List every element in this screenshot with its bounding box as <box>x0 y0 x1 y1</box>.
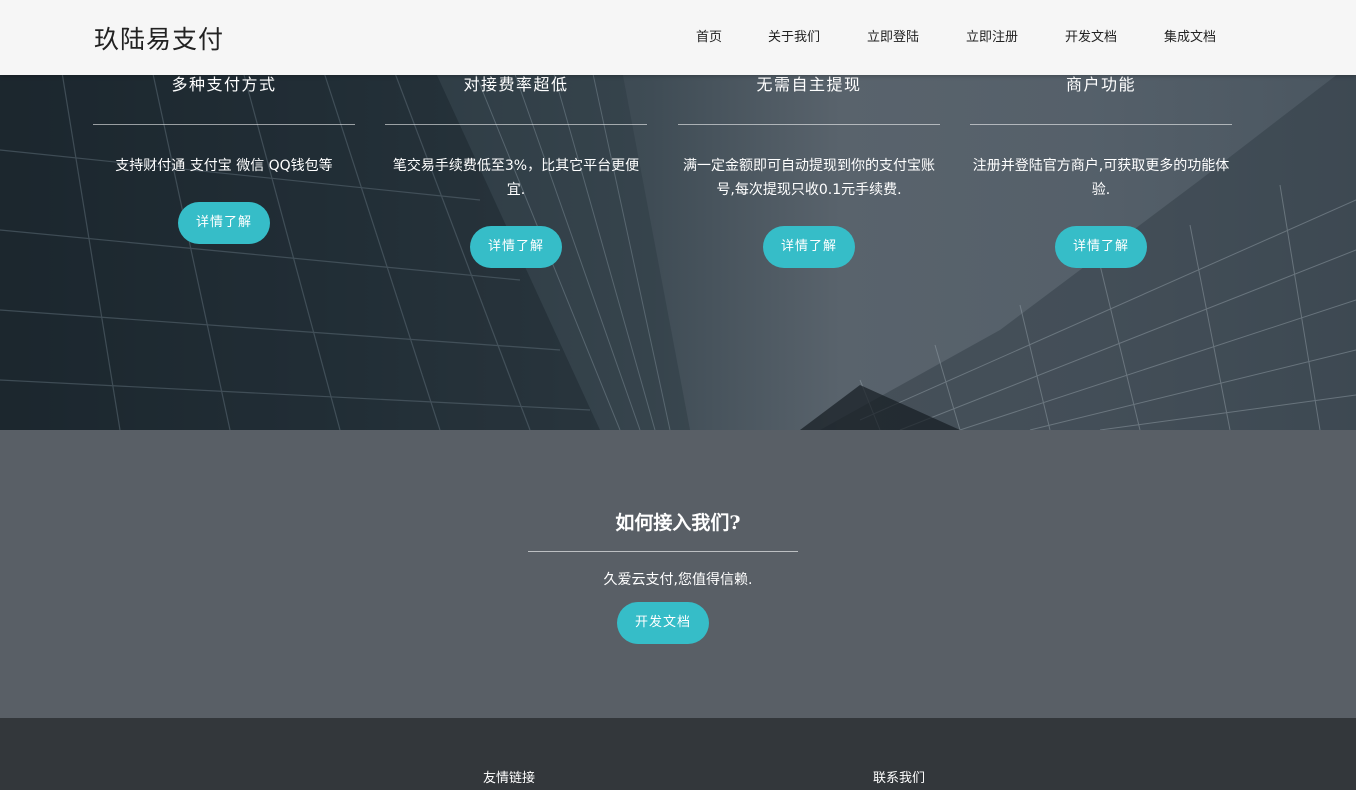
site-footer: 友情链接 联系我们 <box>0 718 1356 790</box>
join-description: 久爱云支付,您值得信赖. <box>603 572 753 588</box>
feature-details-button[interactable]: 详情了解 <box>178 202 270 244</box>
feature-details-button[interactable]: 详情了解 <box>1055 226 1147 268</box>
feature-card-payment-methods: 多种支付方式 支持财付通 支付宝 微信 QQ钱包等 详情了解 <box>93 74 355 244</box>
footer-links-heading: 友情链接 <box>483 771 536 786</box>
feature-card-low-fee: 对接费率超低 笔交易手续费低至3%，比其它平台更便宜. 详情了解 <box>385 74 647 268</box>
nav-about[interactable]: 关于我们 <box>768 26 820 45</box>
feature-card-auto-withdraw: 无需自主提现 满一定金额即可自动提现到你的支付宝账号,每次提现只收0.1元手续费… <box>678 74 940 268</box>
feature-details-button[interactable]: 详情了解 <box>763 226 855 268</box>
feature-divider <box>385 124 647 125</box>
main-nav: 首页 关于我们 立即登陆 立即注册 开发文档 集成文档 <box>0 26 1356 46</box>
join-divider <box>528 551 798 552</box>
nav-home[interactable]: 首页 <box>696 26 722 45</box>
nav-dev-docs[interactable]: 开发文档 <box>1065 26 1117 45</box>
feature-title: 商户功能 <box>1065 75 1136 94</box>
feature-divider <box>93 124 355 125</box>
feature-description: 笔交易手续费低至3%，比其它平台更便宜. <box>392 158 640 198</box>
nav-register[interactable]: 立即注册 <box>966 26 1018 45</box>
feature-card-merchant: 商户功能 注册并登陆官方商户,可获取更多的功能体验. 详情了解 <box>970 74 1232 268</box>
dev-docs-button[interactable]: 开发文档 <box>617 602 709 644</box>
feature-divider <box>678 124 940 125</box>
feature-title: 多种支付方式 <box>171 75 277 94</box>
feature-description: 满一定金额即可自动提现到你的支付宝账号,每次提现只收0.1元手续费. <box>683 158 935 198</box>
nav-login[interactable]: 立即登陆 <box>867 26 919 45</box>
feature-divider <box>970 124 1232 125</box>
join-section: 如何接入我们? 久爱云支付,您值得信赖. 开发文档 <box>0 430 1356 718</box>
footer-contact-heading: 联系我们 <box>873 771 926 786</box>
feature-title: 无需自主提现 <box>756 75 862 94</box>
feature-description: 支持财付通 支付宝 微信 QQ钱包等 <box>115 158 333 174</box>
site-header: 玖陆易支付 首页 关于我们 立即登陆 立即注册 开发文档 集成文档 <box>0 0 1356 75</box>
nav-integration-docs[interactable]: 集成文档 <box>1164 26 1216 45</box>
feature-details-button[interactable]: 详情了解 <box>470 226 562 268</box>
join-title: 如何接入我们? <box>615 512 741 534</box>
feature-title: 对接费率超低 <box>463 75 569 94</box>
feature-description: 注册并登陆官方商户,可获取更多的功能体验. <box>972 158 1230 198</box>
